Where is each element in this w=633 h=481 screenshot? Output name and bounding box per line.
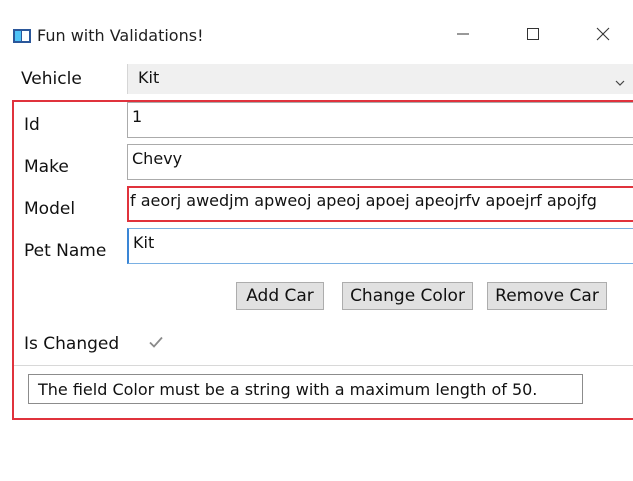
make-label: Make (24, 157, 69, 177)
close-icon (596, 27, 610, 41)
pet-name-label: Pet Name (24, 241, 107, 261)
pet-name-field[interactable]: Kit (127, 228, 633, 264)
validation-error-message: The field Color must be a string with a … (28, 374, 583, 404)
make-field[interactable]: Chevy (127, 144, 633, 180)
vehicle-label: Vehicle (21, 69, 82, 89)
minimize-button[interactable] (440, 18, 486, 50)
vehicle-combobox[interactable]: Kit (127, 64, 633, 94)
form-area: Vehicle Kit Id 1 Make Chevy Model f aeor… (0, 64, 633, 481)
is-changed-checkbox[interactable] (146, 332, 166, 352)
checkmark-icon (149, 336, 163, 348)
model-label: Model (24, 199, 76, 219)
remove-car-button[interactable]: Remove Car (487, 282, 607, 310)
model-field[interactable]: f aeorj awedjm apweoj apeoj apoej apeojr… (127, 186, 633, 222)
close-button[interactable] (580, 18, 626, 50)
is-changed-label: Is Changed (24, 334, 120, 354)
vehicle-selected-value: Kit (138, 68, 160, 87)
id-field[interactable]: 1 (127, 102, 633, 138)
add-car-button[interactable]: Add Car (236, 282, 324, 310)
minimize-icon (457, 33, 469, 35)
maximize-icon (527, 28, 539, 40)
divider (14, 365, 633, 366)
chevron-down-icon (615, 73, 625, 86)
change-color-button[interactable]: Change Color (342, 282, 473, 310)
id-label: Id (24, 115, 40, 135)
app-window-icon (13, 28, 31, 43)
window-title: Fun with Validations! (37, 26, 204, 45)
maximize-button[interactable] (510, 18, 556, 50)
app-window: Fun with Validations! Vehicle Kit Id 1 M… (0, 0, 633, 481)
title-bar[interactable]: Fun with Validations! (0, 0, 633, 64)
